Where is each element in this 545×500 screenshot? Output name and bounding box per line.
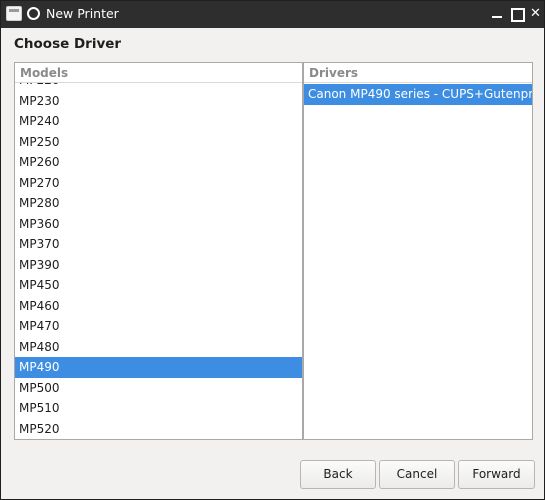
model-list-item[interactable]: MP270 [15, 173, 302, 194]
driver-list-item[interactable]: Canon MP490 series - CUPS+Gutenprint v5.… [304, 84, 532, 105]
close-icon[interactable]: ✕ [527, 5, 544, 22]
title-bar[interactable]: New Printer ✕ [1, 1, 544, 28]
printer-app-icon [6, 6, 22, 21]
model-list-item[interactable]: MP370 [15, 234, 302, 255]
model-list-item[interactable]: MP260 [15, 152, 302, 173]
gear-icon [27, 7, 40, 20]
drivers-list-body: Canon MP490 series - CUPS+Gutenprint v5.… [304, 84, 532, 105]
drivers-list[interactable]: Drivers Canon MP490 series - CUPS+Gutenp… [303, 62, 533, 440]
model-list-item[interactable]: MP250 [15, 132, 302, 153]
model-list-item[interactable]: MP230 [15, 91, 302, 112]
cancel-button[interactable]: Cancel [379, 460, 455, 489]
page-title: Choose Driver [14, 36, 122, 52]
model-list-item[interactable]: MP450 [15, 275, 302, 296]
model-list-item[interactable]: MP280 [15, 193, 302, 214]
new-printer-window: New Printer ✕ Choose Driver MP220MP230MP… [0, 0, 545, 500]
model-list-item[interactable]: MP490 [15, 357, 302, 378]
drivers-column-header: Drivers [304, 63, 532, 83]
forward-button[interactable]: Forward [458, 460, 535, 489]
back-button[interactable]: Back [300, 460, 376, 489]
minimize-icon[interactable] [489, 5, 506, 22]
model-list-item[interactable]: MP240 [15, 111, 302, 132]
models-column-header: Models [15, 63, 302, 83]
models-list-body: MP220MP230MP240MP250MP260MP270MP280MP360… [15, 70, 302, 439]
model-list-item[interactable]: MP460 [15, 296, 302, 317]
model-list-item[interactable]: MP480 [15, 337, 302, 358]
model-list-item[interactable]: MP360 [15, 214, 302, 235]
models-list[interactable]: MP220MP230MP240MP250MP260MP270MP280MP360… [14, 62, 303, 440]
window-title: New Printer [46, 6, 119, 21]
model-list-item[interactable]: MP520 [15, 419, 302, 440]
model-list-item[interactable]: MP470 [15, 316, 302, 337]
model-list-item[interactable]: MP510 [15, 398, 302, 419]
model-list-item[interactable]: MP390 [15, 255, 302, 276]
maximize-icon[interactable] [508, 5, 525, 22]
model-list-item[interactable]: MP500 [15, 378, 302, 399]
